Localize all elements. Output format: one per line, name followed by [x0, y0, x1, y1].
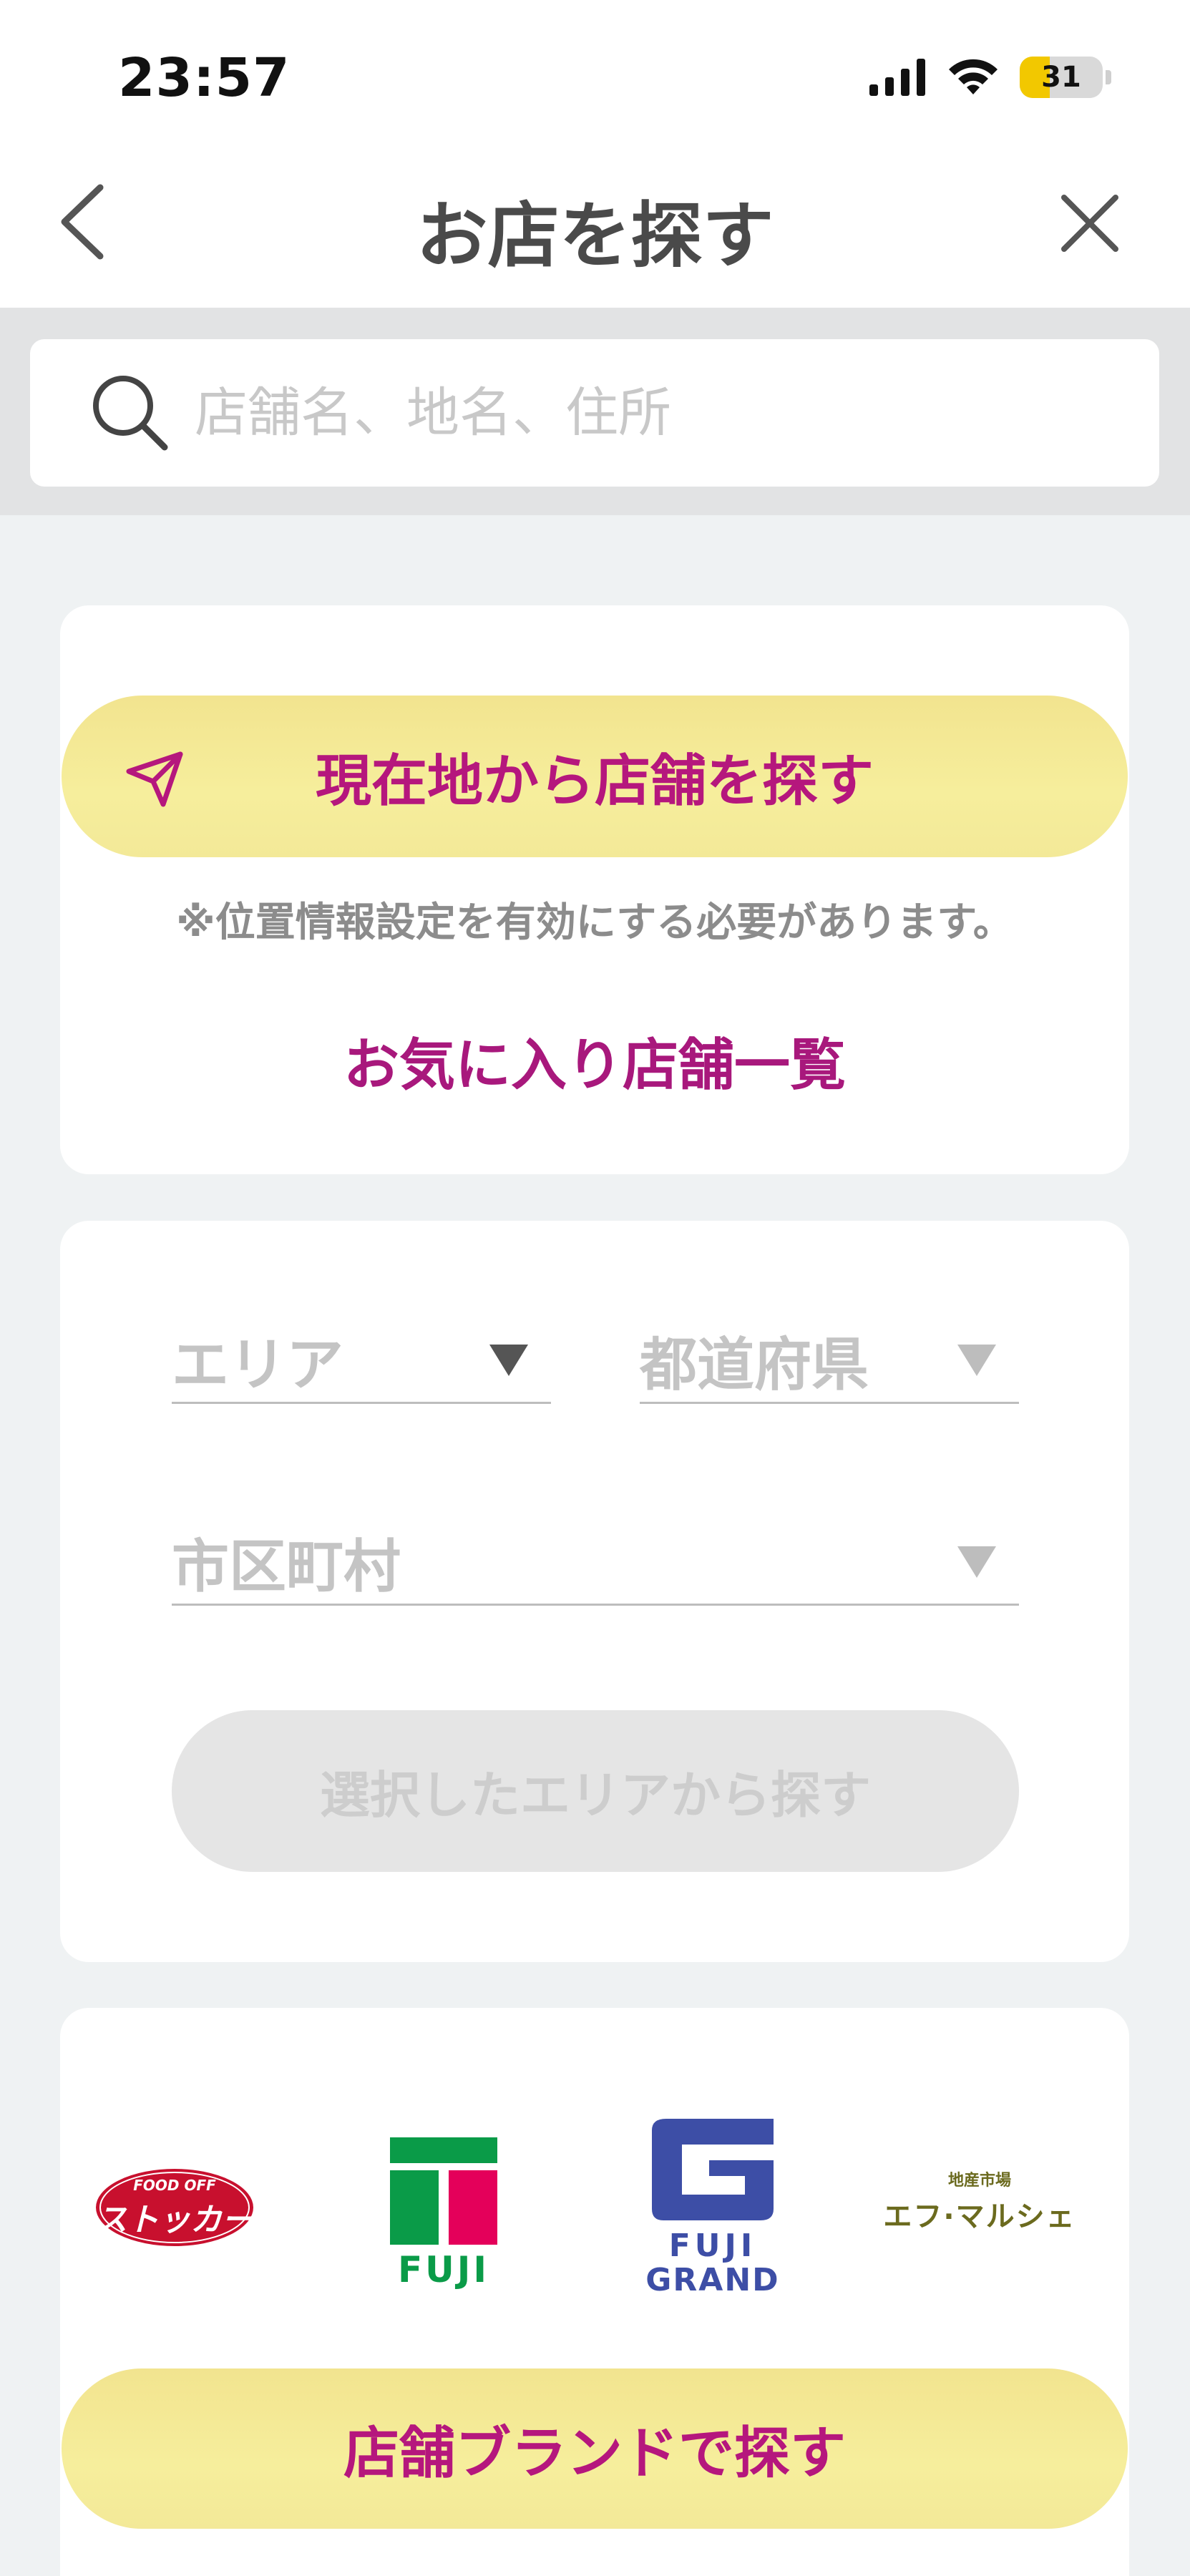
dropdown-arrow-icon [957, 1344, 996, 1376]
city-select[interactable]: 市区町村 [172, 1520, 1019, 1606]
search-input[interactable] [195, 382, 1125, 444]
brand-logo-fuji[interactable]: FUJI [386, 2135, 501, 2293]
wifi-icon [949, 59, 998, 94]
status-icons: 31 [869, 54, 1111, 100]
search-by-location-label: 現在地から店舗を探す [315, 749, 874, 814]
area-search-card: エリア 都道府県 市区町村 選択したエリアから探す [60, 1221, 1129, 1962]
nav-bar: お店を探す [0, 136, 1190, 308]
search-by-brand-button[interactable]: 店舗ブランドで探す [62, 2368, 1128, 2529]
area-select-label: エリア [172, 1331, 343, 1398]
area-select[interactable]: エリア [172, 1318, 551, 1404]
brand-fuji-grand-text-2: GRAND [645, 2262, 780, 2298]
close-icon[interactable] [1054, 187, 1126, 259]
cellular-signal-icon [869, 59, 925, 96]
status-bar: 23:57 31 [0, 0, 1190, 136]
search-by-area-button[interactable]: 選択したエリアから探す [172, 1710, 1019, 1872]
prefecture-select-label: 都道府県 [640, 1331, 869, 1398]
battery-icon: 31 [1020, 57, 1103, 98]
brand-logo-stocker[interactable]: FOOD OFF ストッカー [92, 2164, 258, 2251]
brand-logo-fuji-grand[interactable]: FUJI GRAND [641, 2115, 784, 2297]
location-card: 現在地から店舗を探す ※位置情報設定を有効にする必要があります。 お気に入り店舗… [60, 605, 1129, 1174]
search-bar-container [0, 308, 1190, 515]
city-select-label: 市区町村 [172, 1533, 401, 1600]
page-title: お店を探す [416, 194, 774, 278]
favorite-stores-link[interactable]: お気に入り店舗一覧 [60, 1020, 1129, 1101]
brand-stocker-small-text: FOOD OFF [133, 2177, 216, 2194]
location-arrow-icon [126, 751, 183, 807]
search-box[interactable] [30, 339, 1159, 487]
brand-stocker-text: ストッカー [96, 2202, 253, 2238]
location-permission-note: ※位置情報設定を有効にする必要があります。 [176, 899, 1013, 946]
dropdown-arrow-icon [489, 1344, 528, 1376]
brand-search-card: FOOD OFF ストッカー FUJI FUJI GRAND 地産市場 エフ·マ… [60, 2008, 1129, 2576]
dropdown-arrow-icon [957, 1546, 996, 1578]
brand-fuji-text: FUJI [398, 2249, 489, 2290]
search-by-location-button[interactable]: 現在地から店舗を探す [62, 696, 1128, 857]
status-time: 23:57 [118, 47, 291, 109]
battery-level: 31 [1041, 61, 1081, 94]
brand-f-marche-text: エフ·マルシェ [883, 2200, 1076, 2233]
prefecture-select[interactable]: 都道府県 [640, 1318, 1019, 1404]
brand-f-marche-small-text: 地産市場 [947, 2172, 1011, 2190]
brand-logo-row: FOOD OFF ストッカー FUJI FUJI GRAND 地産市場 エフ·マ… [60, 2094, 1129, 2308]
search-icon [93, 376, 168, 451]
brand-logo-f-marche[interactable]: 地産市場 エフ·マルシェ [876, 2165, 1083, 2237]
brand-fuji-grand-text-1: FUJI [668, 2228, 757, 2264]
